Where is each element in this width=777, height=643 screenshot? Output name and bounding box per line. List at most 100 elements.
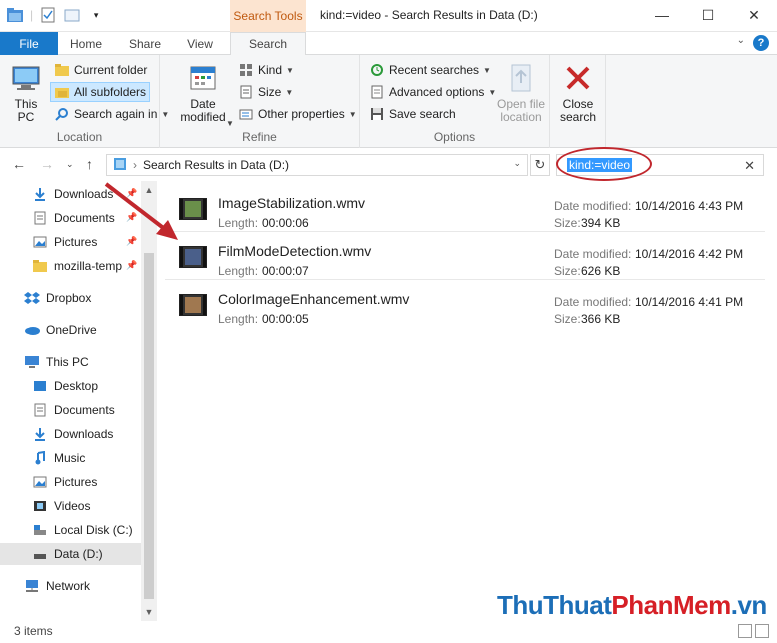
kind-icon — [238, 62, 254, 78]
nav-item-videos[interactable]: Videos — [32, 495, 90, 517]
red-annotation-arrow — [104, 182, 178, 240]
minimize-button[interactable]: — — [639, 0, 685, 30]
result-item[interactable]: ImageStabilization.wmv Length: 00:00:06 … — [165, 186, 765, 232]
clear-search-icon[interactable]: ✕ — [744, 158, 755, 174]
up-arrow-icon[interactable]: ↑ — [86, 156, 93, 172]
nav-item-onedrive[interactable]: OneDrive — [24, 319, 97, 341]
refresh-icon[interactable]: ↻ — [530, 154, 550, 176]
date-modified-value: 10/14/2016 4:43 PM — [635, 199, 744, 213]
advanced-options-label: Advanced options — [389, 85, 485, 99]
forward-arrow-icon[interactable]: → — [40, 156, 54, 172]
nav-item-label: Downloads — [54, 427, 114, 441]
search-tools-context-label: Search Tools — [230, 0, 306, 32]
pictures-icon — [32, 234, 48, 250]
pin-icon[interactable]: 📌 — [126, 260, 137, 271]
address-bar[interactable]: › Search Results in Data (D:) ⌄ — [106, 154, 528, 176]
back-arrow-icon[interactable]: ← — [12, 156, 26, 172]
nav-item-downloads[interactable]: Downloads — [32, 423, 113, 445]
drive-d-icon — [32, 546, 48, 562]
scroll-down-icon[interactable]: ▼ — [141, 607, 157, 617]
ribbon-expand-icon[interactable]: ⌄ — [737, 35, 745, 51]
nav-item-this-pc[interactable]: This PC — [24, 351, 89, 373]
size-value: 626 KB — [581, 264, 621, 278]
kind-button[interactable]: Kind ▼ — [235, 60, 297, 80]
date-modified-label: Date modified: — [554, 295, 632, 309]
close-search-button[interactable]: Close search — [558, 61, 598, 124]
date-modified-label: Date modified: — [554, 199, 632, 213]
nav-item-documents[interactable]: Documents — [32, 399, 115, 421]
other-properties-label: Other properties — [258, 107, 345, 121]
size-label: Size — [258, 85, 282, 99]
location-group: This PC Current folder All subfolders Se… — [0, 55, 169, 148]
tab-file[interactable]: File — [0, 32, 58, 55]
open-file-location-button[interactable]: Open file location — [492, 61, 550, 124]
length-value: 00:00:06 — [262, 216, 309, 230]
recent-locations-icon[interactable]: ⌄ — [66, 159, 74, 170]
documents-icon — [32, 210, 48, 226]
large-icons-view-icon[interactable] — [755, 624, 769, 638]
tab-share[interactable]: Share — [122, 32, 168, 55]
nav-item-pictures[interactable]: Pictures — [32, 471, 97, 493]
folder-app-icon[interactable] — [6, 6, 24, 24]
all-subfolders-button[interactable]: All subfolders — [50, 82, 151, 102]
advanced-options-button[interactable]: Advanced options ▼ — [366, 82, 499, 102]
result-item[interactable]: FilmModeDetection.wmv Length: 00:00:07 D… — [165, 234, 765, 280]
help-icon[interactable]: ? — [753, 35, 769, 51]
nav-item-network[interactable]: Network — [24, 575, 90, 597]
date-modified-button[interactable]: Date modified ▼ — [174, 61, 234, 128]
nav-item-label: Videos — [54, 499, 91, 513]
length-label: Length: — [218, 216, 259, 230]
computer-icon — [9, 61, 43, 95]
this-pc-button[interactable]: This PC — [6, 61, 46, 124]
address-path: Search Results in Data (D:) — [143, 158, 290, 172]
close-search-group: Close search — [550, 55, 606, 148]
nav-item-label: Network — [46, 579, 91, 593]
close-search-label: Close search — [559, 97, 597, 124]
recent-searches-icon — [369, 62, 385, 78]
size-label: Size: — [554, 216, 581, 230]
size-button[interactable]: Size ▼ — [235, 82, 296, 102]
desktop-icon — [32, 378, 48, 394]
nav-item-label: This PC — [46, 355, 89, 369]
new-folder-icon[interactable] — [63, 6, 81, 24]
maximize-button[interactable]: ☐ — [685, 0, 731, 30]
tab-home[interactable]: Home — [62, 32, 110, 55]
nav-item-label: Music — [54, 451, 86, 465]
address-row: ← → ⌄ ↑ › Search Results in Data (D:) ⌄ … — [0, 148, 777, 181]
nav-item-label: Local Disk (C:) — [54, 523, 133, 537]
search-results-icon — [113, 157, 127, 174]
size-icon — [238, 84, 254, 100]
result-item[interactable]: ColorImageEnhancement.wmv Length: 00:00:… — [165, 282, 765, 328]
all-subfolders-label: All subfolders — [74, 85, 147, 99]
nav-item-music[interactable]: Music — [32, 447, 85, 469]
open-file-location-label: Open file location — [496, 97, 546, 124]
address-dropdown-icon[interactable]: ⌄ — [513, 158, 521, 169]
tab-search[interactable]: Search — [230, 32, 306, 56]
nav-item-mozilla-temp[interactable]: mozilla-temp — [32, 255, 122, 277]
tab-view[interactable]: View — [178, 32, 222, 55]
nav-item-pictures-quick[interactable]: Pictures — [32, 231, 97, 253]
qat-customize-icon[interactable]: ▾ — [87, 6, 105, 24]
nav-item-data-d[interactable]: Data (D:) — [0, 543, 141, 565]
tag-icon — [238, 106, 254, 122]
search-again-in-button[interactable]: Search again in ▼ — [51, 104, 172, 124]
nav-item-label: Data (D:) — [54, 547, 103, 561]
open-file-location-icon — [504, 61, 538, 95]
music-icon — [32, 450, 48, 466]
recent-searches-label: Recent searches — [389, 63, 480, 77]
properties-icon[interactable] — [39, 6, 57, 24]
scroll-thumb[interactable] — [144, 253, 154, 599]
nav-item-desktop[interactable]: Desktop — [32, 375, 98, 397]
file-name: ColorImageEnhancement.wmv — [218, 291, 410, 307]
nav-item-dropbox[interactable]: Dropbox — [24, 287, 91, 309]
advanced-options-icon — [369, 84, 385, 100]
save-search-button[interactable]: Save search — [366, 104, 459, 124]
nav-item-local-disk-c[interactable]: Local Disk (C:) — [32, 519, 133, 541]
other-properties-button[interactable]: Other properties ▼ — [235, 104, 360, 124]
details-view-icon[interactable] — [738, 624, 752, 638]
recent-searches-button[interactable]: Recent searches ▼ — [366, 60, 494, 80]
close-window-button[interactable]: ✕ — [731, 0, 777, 30]
current-folder-button[interactable]: Current folder — [51, 60, 150, 80]
watermark-part2: PhanMem — [611, 590, 731, 620]
drive-c-icon — [32, 522, 48, 538]
